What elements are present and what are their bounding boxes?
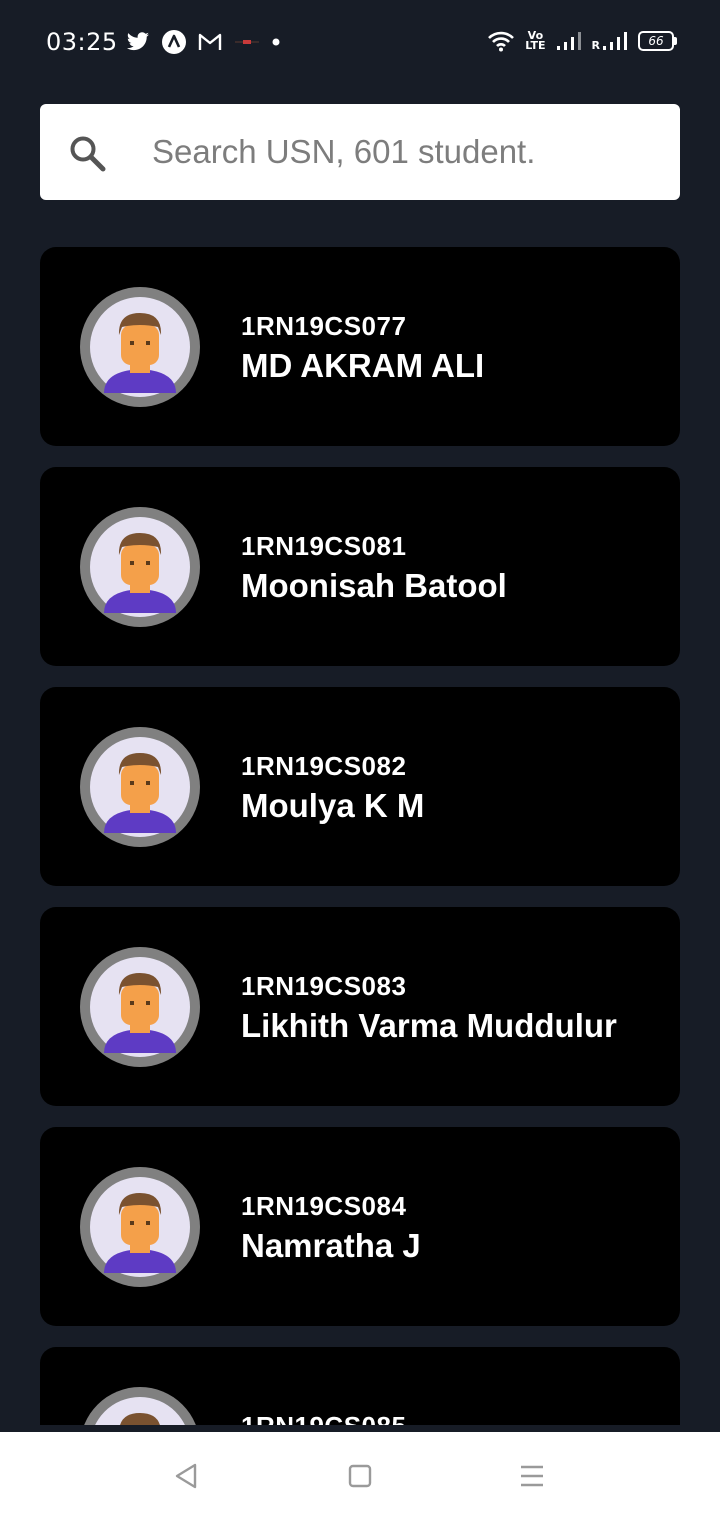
avatar: [80, 287, 200, 407]
signal-icon: [556, 31, 582, 51]
notification-app-icon: [234, 37, 260, 47]
student-list[interactable]: 1RN19CS077 MD AKRAM ALI 1RN19CS081 Mooni…: [40, 247, 680, 1425]
notification-icons: [126, 30, 280, 54]
student-usn: 1RN19CS082: [241, 751, 407, 781]
navigation-bar: [0, 1432, 720, 1520]
person-avatar-icon: [90, 297, 190, 397]
student-name: Moonisah Batool: [241, 567, 507, 604]
person-avatar-icon: [90, 957, 190, 1057]
student-usn: 1RN19CS081: [241, 531, 407, 561]
student-card[interactable]: 1RN19CS083 Likhith Varma Muddulur: [40, 907, 680, 1106]
notification-dot-icon: [272, 38, 280, 46]
avatar: [80, 947, 200, 1067]
student-card[interactable]: 1RN19CS084 Namratha J: [40, 1127, 680, 1326]
search-icon: [68, 134, 108, 174]
student-usn: 1RN19CS077: [241, 311, 407, 341]
avatar: [80, 1167, 200, 1287]
student-usn: 1RN19CS083: [241, 971, 407, 1001]
system-icons: Vo LTE R 66: [487, 29, 677, 52]
person-avatar-icon: [90, 737, 190, 837]
avatar: [80, 727, 200, 847]
gmail-icon: [198, 33, 222, 51]
student-name: Namratha J: [241, 1227, 421, 1264]
status-bar: 03:25 Vo LTE R 66: [0, 0, 720, 88]
student-card[interactable]: 1RN19CS077 MD AKRAM ALI: [40, 247, 680, 446]
student-usn: 1RN19CS084: [241, 1191, 407, 1221]
search-box[interactable]: [40, 104, 680, 200]
avatar: [80, 1387, 200, 1425]
student-usn: 1RN19CS085: [241, 1411, 406, 1425]
person-avatar-icon: [90, 1177, 190, 1277]
back-icon[interactable]: [168, 1458, 204, 1494]
person-avatar-icon: [95, 1397, 185, 1425]
status-time: 03:25: [46, 28, 118, 56]
app-a-icon: [162, 30, 186, 54]
person-avatar-icon: [90, 517, 190, 617]
student-card[interactable]: 1RN19CS081 Moonisah Batool: [40, 467, 680, 666]
student-name: Moulya K M: [241, 787, 425, 824]
student-name: Likhith Varma Muddulur: [241, 1007, 617, 1044]
roaming-signal-icon: R: [592, 31, 628, 52]
student-card[interactable]: 1RN19CS085: [40, 1347, 680, 1425]
search-input[interactable]: [152, 104, 632, 200]
home-icon[interactable]: [342, 1458, 378, 1494]
battery-icon: 66: [638, 31, 677, 51]
avatar: [80, 507, 200, 627]
menu-icon[interactable]: [514, 1458, 550, 1494]
student-card[interactable]: 1RN19CS082 Moulya K M: [40, 687, 680, 886]
volte-icon: Vo LTE: [525, 29, 546, 52]
student-name: MD AKRAM ALI: [241, 347, 485, 384]
wifi-icon: [487, 30, 515, 52]
twitter-icon: [126, 32, 150, 52]
